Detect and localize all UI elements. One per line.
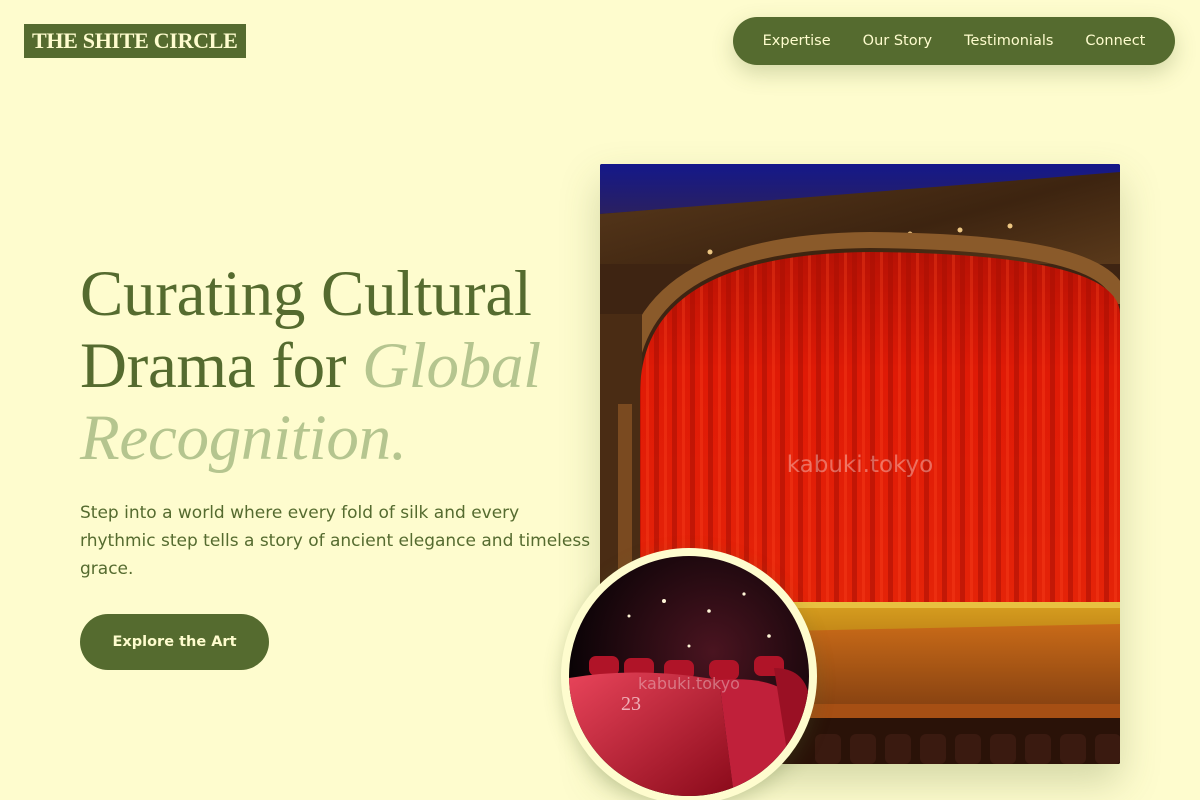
hero-title-accent-global: Global xyxy=(362,330,541,402)
hero-title: Curating Cultural Drama for Global Recogni… xyxy=(80,258,620,474)
main-nav: Expertise Our Story Testimonials Connect xyxy=(733,17,1175,65)
landing-page: THE SHITE CIRCLE Expertise Our Story Tes… xyxy=(0,0,1200,800)
hero-title-line2: Drama for xyxy=(80,330,363,402)
hero-title-accent-recognition: Recognition. xyxy=(80,402,407,474)
theater-seats-image: 23 kabuki.tokyo xyxy=(561,548,817,800)
nav-link-expertise[interactable]: Expertise xyxy=(763,33,831,49)
nav-link-connect[interactable]: Connect xyxy=(1085,33,1145,49)
nav-link-testimonials[interactable]: Testimonials xyxy=(964,33,1053,49)
explore-art-button[interactable]: Explore the Art xyxy=(80,614,269,670)
site-logo[interactable]: THE SHITE CIRCLE xyxy=(24,24,246,58)
seat-number-label: 23 xyxy=(621,693,641,715)
nav-link-our-story[interactable]: Our Story xyxy=(863,33,932,49)
theater-seats-illustration: 23 xyxy=(569,556,809,796)
hero-description: Step into a world where every fold of si… xyxy=(80,503,591,579)
hero-title-line1: Curating Cultural xyxy=(80,258,532,330)
